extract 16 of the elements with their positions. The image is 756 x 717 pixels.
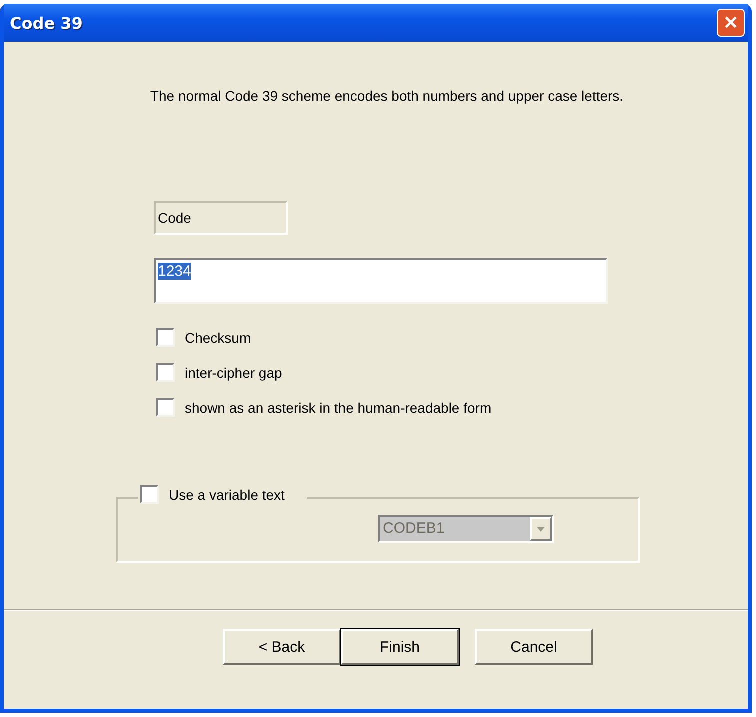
code-label: Code [154, 201, 288, 235]
checkbox[interactable] [156, 398, 175, 417]
checkbox-label: shown as an asterisk in the human-readable form [185, 400, 492, 416]
checkbox[interactable] [140, 485, 159, 504]
checkbox-label: inter-cipher gap [185, 364, 282, 380]
back-button[interactable]: < Back [223, 629, 341, 665]
close-button[interactable]: ✕ [717, 9, 745, 37]
finish-button[interactable]: Finish [341, 629, 459, 665]
checkbox-label: Checksum [185, 330, 252, 346]
description-text: The normal Code 39 scheme encodes both numbers and upper case letters. [149, 88, 625, 104]
checkbox[interactable] [156, 363, 175, 382]
code-input-field[interactable]: 1234 [154, 258, 608, 304]
cancel-button[interactable]: Cancel [475, 629, 593, 665]
checkbox-label: Use a variable text [169, 486, 285, 502]
window-title: Code 39 [10, 14, 83, 32]
checkbox[interactable] [156, 328, 175, 347]
